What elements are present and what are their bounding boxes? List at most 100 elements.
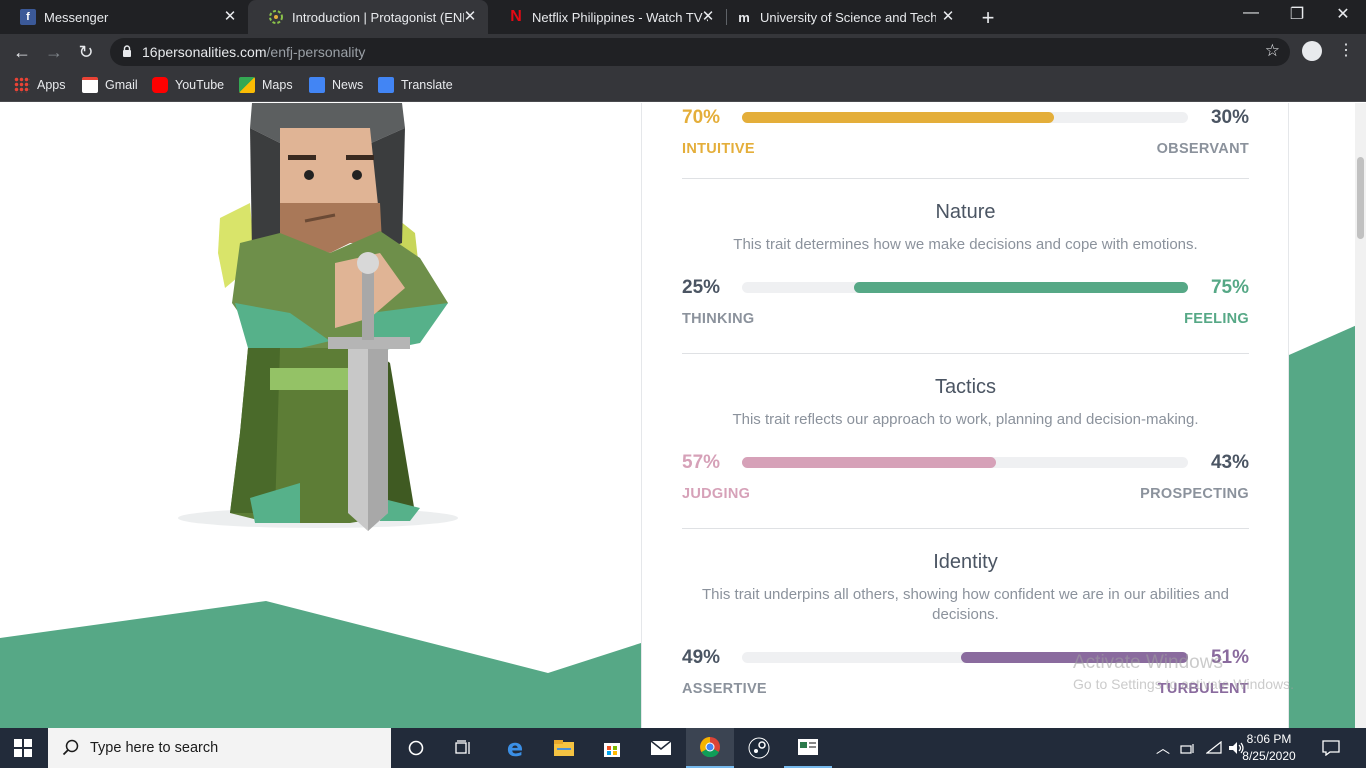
- restore-button[interactable]: ❐: [1282, 4, 1312, 24]
- youtube-icon: [152, 77, 168, 93]
- address-bar[interactable]: 16personalities.com/enfj-personality ☆: [110, 38, 1290, 66]
- bookmark-translate[interactable]: Translate: [378, 77, 453, 93]
- bookmark-label: Gmail: [105, 78, 138, 92]
- trait-description: This trait reflects our approach to work…: [732, 411, 1199, 428]
- bookmark-star-icon[interactable]: ☆: [1265, 41, 1280, 61]
- close-tab-icon[interactable]: ✕: [462, 9, 478, 25]
- trait-left-percent: 57%: [682, 452, 721, 473]
- trait-left-label: JUDGING: [682, 486, 751, 502]
- divider: [682, 528, 1249, 529]
- 16personalities-icon: [268, 9, 284, 25]
- trait-left-label: THINKING: [682, 311, 755, 327]
- app-window-icon[interactable]: [784, 728, 832, 768]
- trait-tactics: Tactics This trait reflects our approach…: [682, 376, 1249, 508]
- bookmark-label: News: [332, 78, 364, 92]
- trait-bar: [742, 112, 1188, 123]
- trait-title: Nature: [935, 201, 996, 223]
- trait-right-label: FEELING: [1184, 311, 1249, 327]
- trait-right-percent: 30%: [1210, 107, 1249, 128]
- trait-left-percent: 49%: [682, 647, 721, 668]
- reload-icon[interactable]: ↻: [74, 40, 98, 64]
- bookmark-label: Apps: [37, 78, 66, 92]
- chrome-menu-icon[interactable]: ⋮: [1338, 41, 1354, 61]
- forward-arrow-icon[interactable]: →: [42, 40, 66, 64]
- trait-left-percent: 70%: [682, 107, 721, 128]
- tab-title: Introduction | Protagonist (ENFJ): [292, 9, 464, 25]
- trait-title: Tactics: [934, 376, 997, 398]
- traits-panel: 70% 30% INTUITIVE OBSERVANT Nature This …: [641, 103, 1289, 728]
- trait-right-label: OBSERVANT: [1156, 141, 1249, 157]
- close-tab-icon[interactable]: ✕: [940, 9, 956, 25]
- bookmark-news[interactable]: News: [309, 77, 363, 93]
- bookmark-label: Translate: [401, 78, 453, 92]
- tab-messenger[interactable]: f Messenger ✕: [0, 0, 248, 34]
- tab-title: Netflix Philippines - Watch TV Sh: [532, 9, 708, 25]
- wifi-icon[interactable]: [1206, 728, 1222, 768]
- back-arrow-icon[interactable]: ←: [10, 40, 34, 64]
- file-explorer-icon[interactable]: [540, 728, 588, 768]
- protagonist-character-illustration: [178, 103, 458, 531]
- page-scrollbar[interactable]: [1355, 103, 1366, 728]
- trait-bar-fill: [853, 282, 1188, 293]
- trait-right-label: PROSPECTING: [1140, 486, 1249, 502]
- lock-icon: [123, 45, 131, 57]
- close-tab-icon[interactable]: ✕: [222, 9, 238, 25]
- tab-netflix[interactable]: N Netflix Philippines - Watch TV Sh ✕: [488, 0, 726, 34]
- trait-right-percent: 43%: [1210, 452, 1249, 473]
- show-hidden-icons[interactable]: ︿: [1156, 728, 1170, 768]
- trait-title: Identity: [933, 551, 998, 573]
- task-view-icon[interactable]: [440, 728, 488, 768]
- tab-protagonist[interactable]: Introduction | Protagonist (ENFJ) ✕: [248, 0, 488, 34]
- bookmark-gmail[interactable]: Gmail: [82, 77, 138, 93]
- trait-nature: Nature This trait determines how we make…: [682, 201, 1249, 333]
- scrollbar-thumb[interactable]: [1357, 157, 1364, 239]
- edge-browser-icon[interactable]: e: [491, 728, 539, 768]
- close-window-button[interactable]: ✕: [1328, 4, 1358, 24]
- steam-icon[interactable]: [735, 728, 783, 768]
- search-placeholder: Type here to search: [90, 740, 219, 756]
- trait-right-percent: 75%: [1210, 277, 1249, 298]
- tab-title: University of Science and Techno: [760, 9, 936, 25]
- trait-bar: [742, 282, 1188, 293]
- trait-bar-fill: [742, 457, 997, 468]
- bookmark-apps[interactable]: Apps: [14, 77, 66, 93]
- windows-start-icon[interactable]: [14, 739, 32, 757]
- trait-left-percent: 25%: [682, 277, 721, 298]
- bookmark-youtube[interactable]: YouTube: [152, 77, 224, 93]
- url-text: 16personalities.com/enfj-personality: [142, 44, 365, 60]
- trait-description: This trait determines how we make decisi…: [733, 236, 1198, 253]
- translate-icon: [378, 77, 394, 93]
- chrome-icon[interactable]: [686, 728, 734, 768]
- apps-grid-icon: [14, 77, 30, 93]
- profile-avatar-icon[interactable]: [1302, 41, 1322, 61]
- trait-description: This trait underpins all others, showing…: [702, 586, 1229, 623]
- new-tab-button[interactable]: +: [976, 5, 1000, 31]
- bookmark-maps[interactable]: Maps: [239, 77, 293, 93]
- bookmarks-bar: Apps Gmail YouTube Maps News Translate: [0, 70, 1366, 102]
- trait-left-label: ASSERTIVE: [682, 681, 767, 697]
- trait-energy: 70% 30% INTUITIVE OBSERVANT: [682, 105, 1249, 163]
- moodle-icon: m: [738, 9, 750, 25]
- page-content: 70% 30% INTUITIVE OBSERVANT Nature This …: [0, 103, 1366, 728]
- cortana-icon[interactable]: [392, 728, 440, 768]
- bookmark-label: YouTube: [175, 78, 225, 92]
- search-icon: [62, 739, 79, 756]
- microsoft-store-icon[interactable]: [588, 728, 636, 768]
- maps-icon: [239, 77, 255, 93]
- tab-university[interactable]: m University of Science and Techno ✕: [716, 0, 966, 34]
- tab-title: Messenger: [44, 9, 109, 25]
- network-icon[interactable]: [1180, 728, 1198, 768]
- close-tab-icon[interactable]: ✕: [700, 9, 716, 25]
- minimize-button[interactable]: —: [1236, 4, 1266, 22]
- netflix-icon: N: [510, 8, 522, 25]
- windows-taskbar: Type here to search e ︿ 8:06 PM 8/25/202…: [0, 728, 1366, 768]
- taskbar-search-input[interactable]: Type here to search: [48, 728, 391, 768]
- gmail-icon: [82, 77, 98, 93]
- divider: [682, 178, 1249, 179]
- mail-icon[interactable]: [637, 728, 685, 768]
- clock-date: 8/25/2020: [1242, 749, 1296, 763]
- action-center-icon[interactable]: [1322, 728, 1340, 768]
- taskbar-clock[interactable]: 8:06 PM 8/25/2020: [1226, 731, 1312, 765]
- divider: [682, 353, 1249, 354]
- activate-windows-subtitle: Go to Settings to activate Windows.: [1073, 676, 1294, 692]
